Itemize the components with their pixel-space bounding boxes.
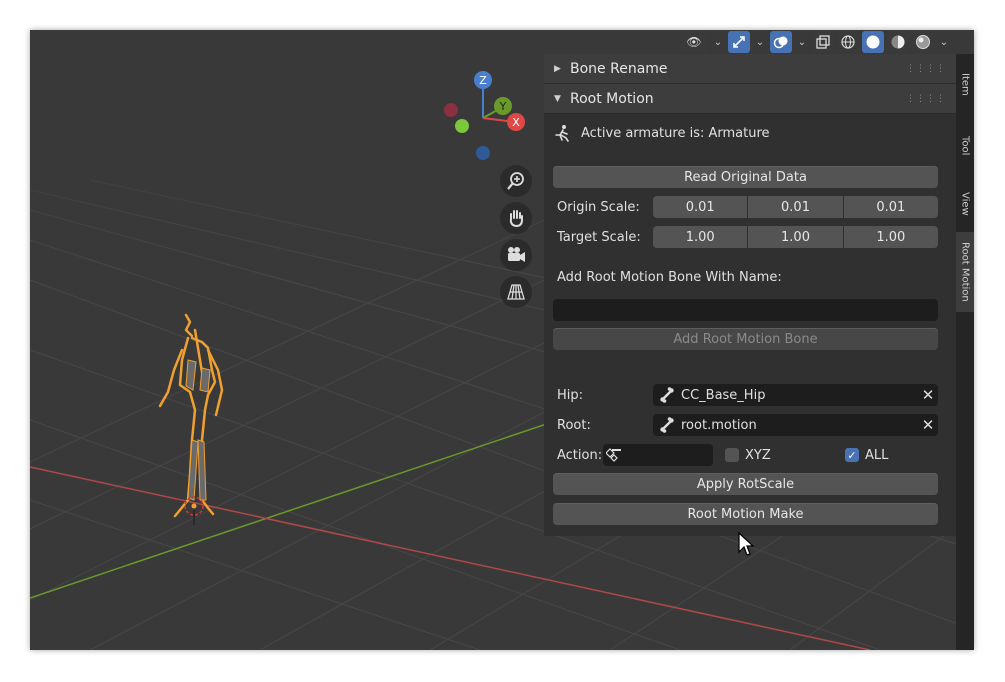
hip-label: Hip: <box>557 387 584 403</box>
clear-x-icon[interactable]: ✕ <box>918 386 938 404</box>
hip-bone-value: CC_Base_Hip <box>681 387 766 403</box>
pan-hand-icon[interactable] <box>500 202 532 234</box>
material-shading-icon[interactable] <box>887 31 909 53</box>
camera-view-icon[interactable] <box>500 239 532 271</box>
root-motion-make-button[interactable]: Root Motion Make <box>553 503 938 525</box>
action-row: Action: XYZ ✓ ALL <box>553 444 938 466</box>
target-scale-z-field[interactable]: 1.00 <box>843 226 938 248</box>
viewport-header: 👁 ⌄ ⌄ ⌄ ⌄ <box>680 30 974 54</box>
check-icon[interactable]: ✓ <box>845 448 859 462</box>
drag-grip-icon[interactable]: ⋮⋮⋮⋮ <box>906 94 946 104</box>
gizmo-z-label: Z <box>479 74 487 87</box>
tab-view[interactable]: View <box>956 178 974 230</box>
ortho-perspective-icon[interactable] <box>500 276 532 308</box>
origin-scale-y-field[interactable]: 0.01 <box>748 196 843 218</box>
gizmo-y-label: Y <box>499 100 507 113</box>
active-armature-row: Active armature is: Armature <box>553 124 938 142</box>
bone-rename-header[interactable]: ▶ Bone Rename ⋮⋮⋮⋮ <box>544 54 956 84</box>
chevron-down-icon[interactable]: ⌄ <box>937 37 951 48</box>
drag-grip-icon[interactable]: ⋮⋮⋮⋮ <box>906 64 946 74</box>
clear-x-icon[interactable]: ✕ <box>918 416 938 434</box>
hip-row: Hip: CC_Base_Hip ✕ <box>553 384 938 406</box>
tab-root-motion[interactable]: Root Motion <box>956 232 974 312</box>
xray-icon[interactable] <box>812 31 834 53</box>
bone-icon <box>653 417 681 433</box>
action-label: Action: <box>557 447 603 463</box>
sidebar-tabs: Item Tool View Root Motion <box>956 54 974 650</box>
target-scale-row: Target Scale: 1.00 1.00 1.00 <box>553 226 938 248</box>
origin-scale-row: Origin Scale: 0.01 0.01 0.01 <box>553 196 938 218</box>
tab-tool[interactable]: Tool <box>956 116 974 176</box>
overlay-icon[interactable] <box>770 31 792 53</box>
xyz-label: XYZ <box>745 447 771 463</box>
origin-scale-z-field[interactable]: 0.01 <box>843 196 938 218</box>
wireframe-shading-icon[interactable] <box>837 31 859 53</box>
bone-icon <box>653 387 681 403</box>
tab-item[interactable]: Item <box>956 54 974 114</box>
root-row: Root: root.motion ✕ <box>553 414 938 436</box>
root-label: Root: <box>557 417 591 433</box>
bone-name-input[interactable] <box>553 299 938 321</box>
bone-rename-title: Bone Rename <box>570 60 668 77</box>
target-scale-label: Target Scale: <box>557 229 641 245</box>
read-original-data-button[interactable]: Read Original Data <box>553 166 938 188</box>
xyz-checkbox-box[interactable] <box>725 448 739 462</box>
origin-scale-x-field[interactable]: 0.01 <box>653 196 748 218</box>
mouse-cursor-icon <box>738 532 755 556</box>
all-checkbox[interactable]: ✓ ALL <box>845 448 888 463</box>
root-motion-header[interactable]: ▼ Root Motion ⋮⋮⋮⋮ <box>544 84 956 114</box>
visibility-icon[interactable]: 👁 <box>680 31 708 53</box>
3d-viewport[interactable]: 👁 ⌄ ⌄ ⌄ ⌄ Z Y X ▶ Bone Rename ⋮⋮⋮⋮ ▼ Roo… <box>30 30 974 650</box>
action-icon <box>603 447 625 463</box>
target-scale-y-field[interactable]: 1.00 <box>748 226 843 248</box>
sidebar-panel: ▶ Bone Rename ⋮⋮⋮⋮ ▼ Root Motion ⋮⋮⋮⋮ Ac… <box>544 54 956 536</box>
action-field[interactable] <box>603 444 713 466</box>
all-label: ALL <box>865 447 889 463</box>
zoom-icon[interactable] <box>500 165 532 197</box>
armature-icon <box>553 124 575 142</box>
add-root-motion-bone-button[interactable]: Add Root Motion Bone <box>553 328 938 350</box>
collapsed-triangle-icon: ▶ <box>554 63 561 74</box>
target-scale-x-field[interactable]: 1.00 <box>653 226 748 248</box>
gizmo-x-label: X <box>512 116 520 129</box>
root-bone-field[interactable]: root.motion ✕ <box>653 414 938 436</box>
root-motion-title: Root Motion <box>570 90 654 107</box>
root-motion-body: Active armature is: Armature Read Origin… <box>544 114 956 534</box>
root-bone-value: root.motion <box>681 417 757 433</box>
xyz-checkbox[interactable]: XYZ <box>725 448 845 463</box>
chevron-down-icon[interactable]: ⌄ <box>795 37 809 48</box>
rendered-shading-icon[interactable] <box>912 31 934 53</box>
expanded-triangle-icon: ▼ <box>554 93 561 104</box>
gizmo-icon[interactable] <box>728 31 750 53</box>
solid-shading-icon[interactable] <box>862 31 884 53</box>
chevron-down-icon[interactable]: ⌄ <box>753 37 767 48</box>
origin-scale-label: Origin Scale: <box>557 199 640 215</box>
chevron-down-icon[interactable]: ⌄ <box>711 37 725 48</box>
active-armature-text: Active armature is: Armature <box>581 125 770 141</box>
add-bone-label: Add Root Motion Bone With Name: <box>557 270 782 285</box>
apply-rotscale-button[interactable]: Apply RotScale <box>553 473 938 495</box>
navigation-gizmo[interactable]: Z Y X <box>435 60 555 260</box>
hip-bone-field[interactable]: CC_Base_Hip ✕ <box>653 384 938 406</box>
